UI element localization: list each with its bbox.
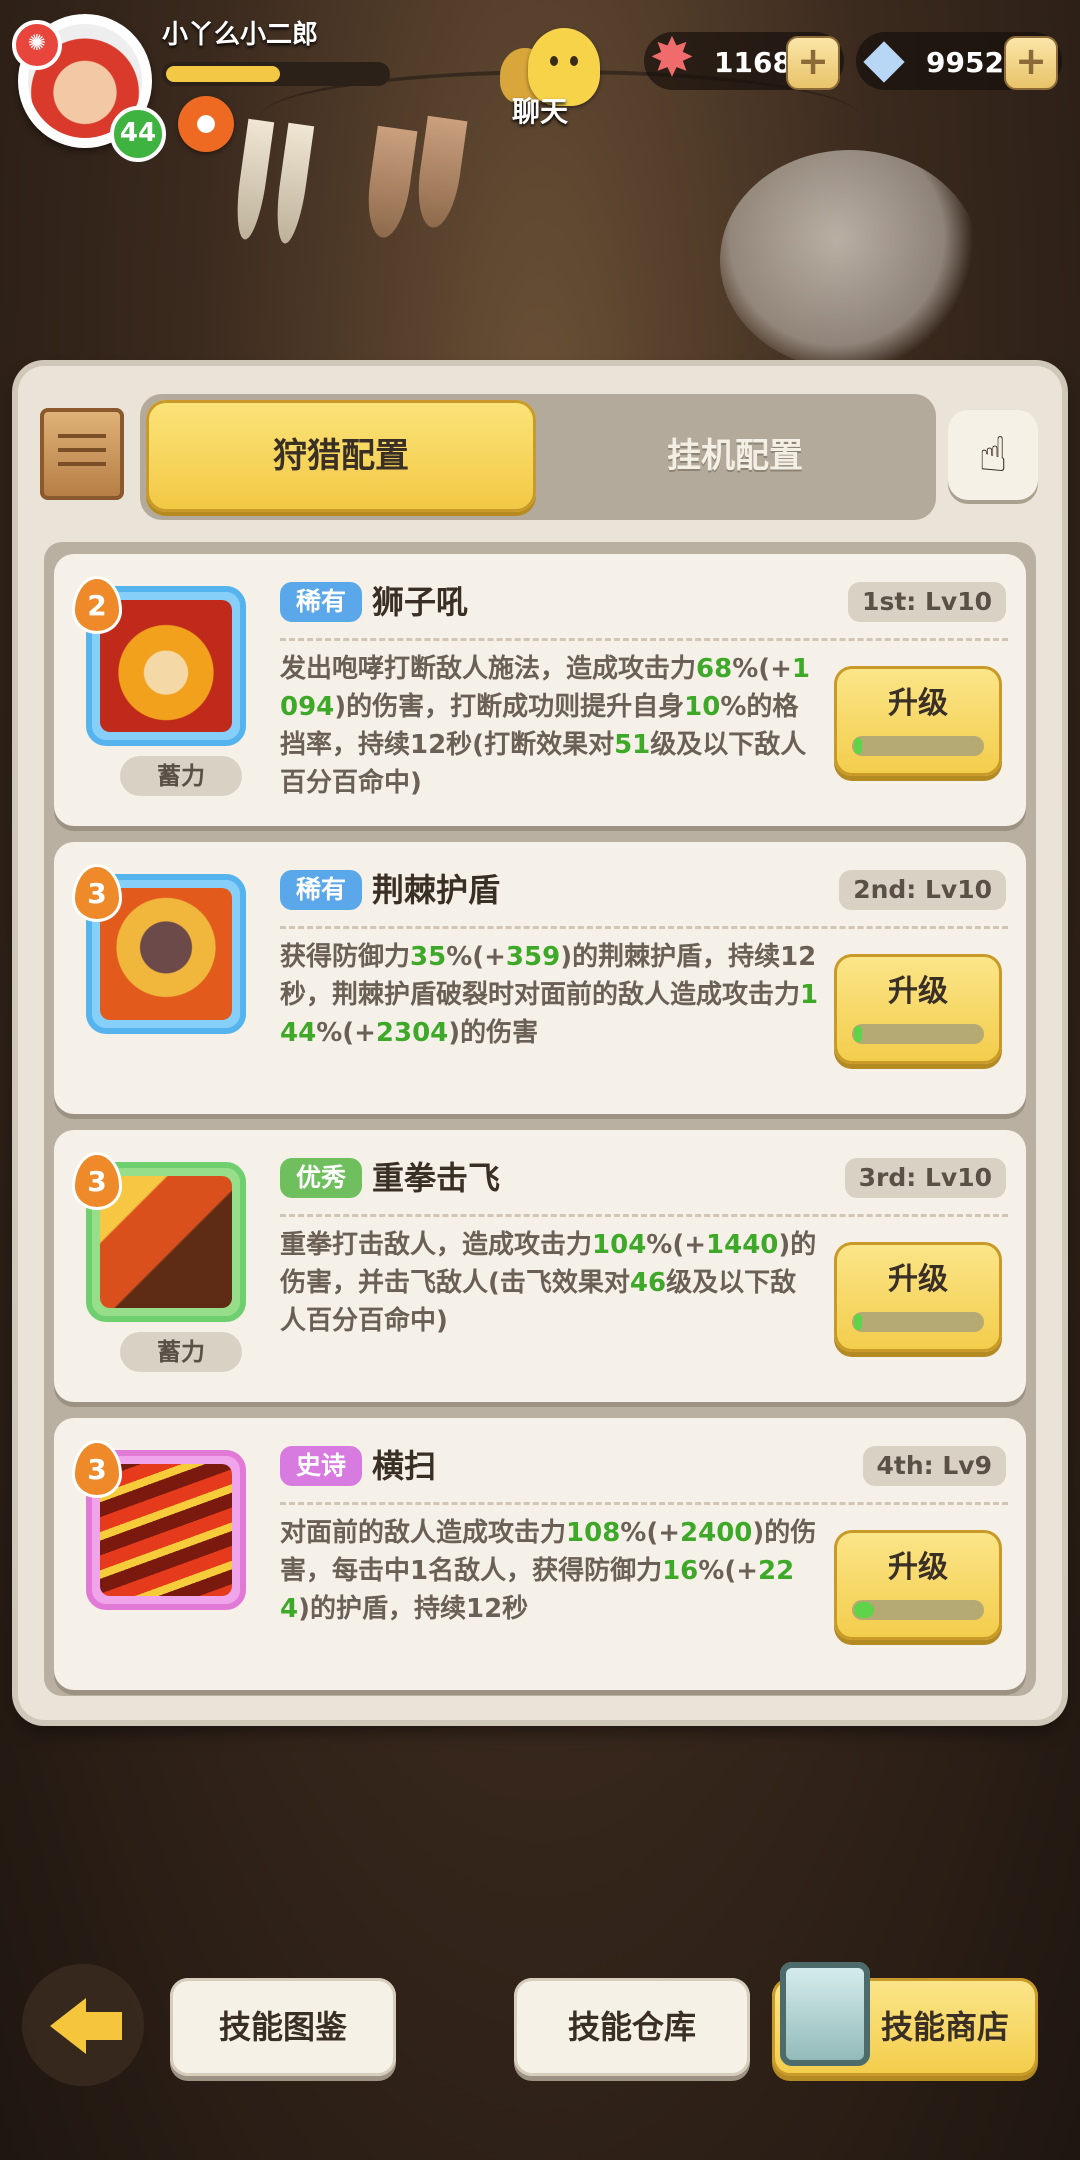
hand-card-icon[interactable]: ☝ [948, 410, 1038, 500]
skill-name: 横扫 [372, 1447, 437, 1485]
divider [280, 638, 1008, 641]
upgrade-progress-bar [852, 1600, 984, 1620]
skill-description: 对面前的敌人造成攻击力108%(+2400)的伤害，每击中1名敌人，获得防御力1… [280, 1518, 817, 1624]
background-fang [271, 122, 315, 246]
skill-slot-level: 2nd: Lv10 [839, 870, 1006, 910]
scroll-icon[interactable] [40, 408, 124, 500]
tab-idle-config[interactable]: 挂机配置 [540, 400, 930, 512]
charge-tag: 蓄力 [120, 1332, 242, 1372]
skill-card: 3 史诗 横扫 4th: Lv9 对面前的敌人造成攻击力108%(+2400)的… [54, 1418, 1026, 1690]
skill-card: 3 蓄力 优秀 重拳击飞 3rd: Lv10 重拳打击敌人，造成攻击力104%(… [54, 1130, 1026, 1402]
config-tabs: 狩猎配置 挂机配置 [140, 394, 936, 520]
player-level-badge: 44 [110, 106, 166, 162]
chat-label: 聊天 [512, 95, 569, 128]
back-button[interactable] [22, 1964, 144, 2086]
upgrade-button[interactable]: 升级 [834, 1242, 1002, 1352]
skill-name: 重拳击飞 [372, 1159, 501, 1197]
add-starfish-button[interactable]: + [786, 36, 840, 90]
upgrade-button[interactable]: 升级 [834, 954, 1002, 1064]
upgrade-progress-bar [852, 736, 984, 756]
upgrade-progress-fill [854, 1026, 862, 1042]
skill-grade-badge: 2 [72, 576, 122, 634]
player-name: 小丫么小二郎 [162, 20, 319, 50]
upgrade-progress-fill [854, 1602, 874, 1618]
rarity-badge: 稀有 [280, 582, 362, 622]
upgrade-button[interactable]: 升级 [834, 1530, 1002, 1640]
skill-slot-level: 1st: Lv10 [848, 582, 1006, 622]
skill-grade-badge: 3 [72, 1152, 122, 1210]
skill-card: 3 稀有 荆棘护盾 2nd: Lv10 获得防御力35%(+359)的荆棘护盾，… [54, 842, 1026, 1114]
add-gem-button[interactable]: + [1004, 36, 1058, 90]
skill-slot-level: 3rd: Lv10 [844, 1158, 1006, 1198]
upgrade-progress-bar [852, 1024, 984, 1044]
red-swirl-badge-icon: ✺ [12, 20, 62, 70]
skill-name: 荆棘护盾 [372, 871, 501, 909]
upgrade-label: 升级 [888, 1550, 948, 1585]
upgrade-progress-fill [854, 738, 862, 754]
rarity-badge: 优秀 [280, 1158, 362, 1198]
skill-storage-button[interactable]: 技能仓库 [514, 1978, 750, 2076]
chat-button[interactable]: 聊天 [492, 26, 610, 128]
back-arrow-icon [50, 1998, 122, 2054]
skill-list: 2 蓄力 稀有 狮子吼 1st: Lv10 发出咆哮打断敌人施法，造成攻击力68… [44, 542, 1036, 1696]
upgrade-progress-fill [854, 1314, 862, 1330]
divider [280, 926, 1008, 929]
xp-bar [162, 62, 390, 86]
skill-description: 重拳打击敌人，造成攻击力104%(+1440)的伤害，并击飞敌人(击飞效果对46… [280, 1230, 817, 1336]
shop-statue-icon [780, 1962, 870, 2066]
skill-grade-badge: 3 [72, 864, 122, 922]
skill-description: 发出咆哮打断敌人施法，造成攻击力68%(+1094)的伤害，打断成功则提升自身1… [280, 654, 811, 798]
upgrade-button[interactable]: 升级 [834, 666, 1002, 776]
skill-name: 狮子吼 [372, 583, 469, 621]
skill-config-panel: 狩猎配置 挂机配置 ☝ 2 蓄力 稀有 狮子吼 1st: Lv10 发出咆哮打断… [18, 366, 1062, 1720]
orange-buff-icon[interactable] [178, 96, 234, 152]
background-skull [720, 150, 980, 370]
starfish-icon: ✸ [649, 26, 695, 89]
divider [280, 1502, 1008, 1505]
upgrade-label: 升级 [888, 1262, 948, 1297]
background-fang [231, 118, 275, 242]
skill-description: 获得防御力35%(+359)的荆棘护盾，持续12秒，荆棘护盾破裂时对面前的敌人造… [280, 942, 819, 1048]
skill-grade-badge: 3 [72, 1440, 122, 1498]
skill-card: 2 蓄力 稀有 狮子吼 1st: Lv10 发出咆哮打断敌人施法，造成攻击力68… [54, 554, 1026, 826]
skill-atlas-button[interactable]: 技能图鉴 [170, 1978, 396, 2076]
upgrade-progress-bar [852, 1312, 984, 1332]
player-avatar[interactable]: ✺ 44 [12, 14, 166, 162]
rarity-badge: 稀有 [280, 870, 362, 910]
upgrade-label: 升级 [888, 686, 948, 721]
rarity-badge: 史诗 [280, 1446, 362, 1486]
tab-hunting-config[interactable]: 狩猎配置 [146, 400, 536, 512]
upgrade-label: 升级 [888, 974, 948, 1009]
divider [280, 1214, 1008, 1217]
gem-icon: ◆ [863, 26, 905, 89]
skill-slot-level: 4th: Lv9 [862, 1446, 1006, 1486]
starfish-amount: 1168 [714, 46, 792, 79]
starfish-currency: ✸ 1168 + [644, 26, 844, 90]
charge-tag: 蓄力 [120, 756, 242, 796]
gem-currency: ◆ 99527 + [856, 26, 1062, 90]
xp-bar-fill [166, 66, 280, 82]
